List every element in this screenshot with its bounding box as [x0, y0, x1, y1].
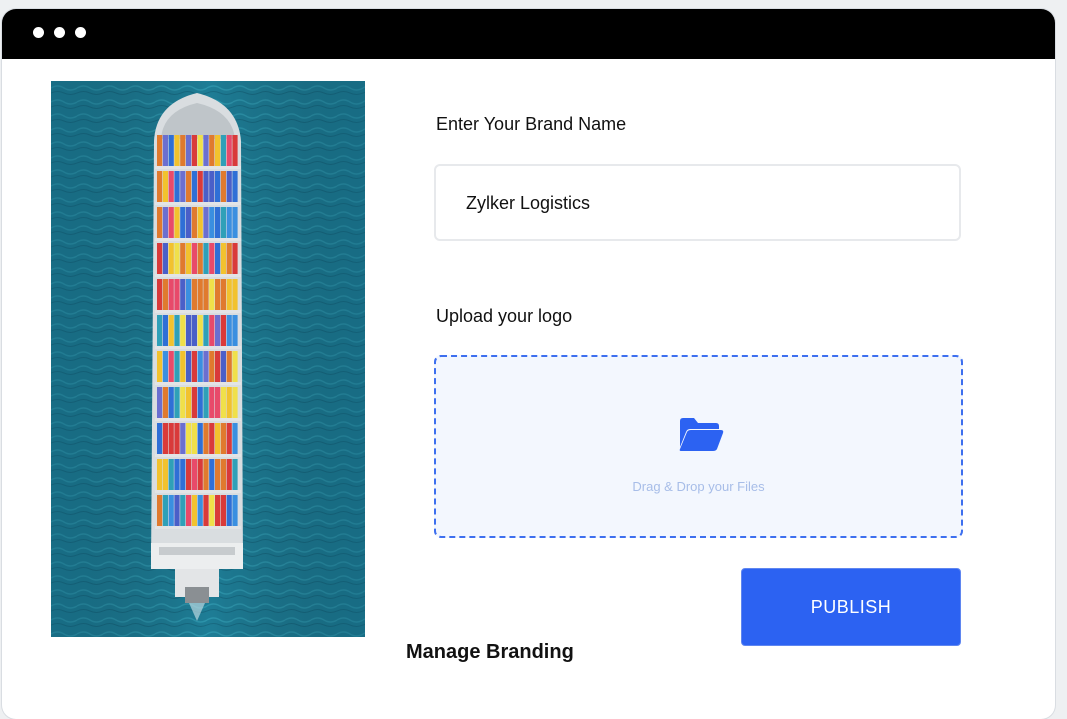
dropzone-hint: Drag & Drop your Files — [632, 479, 765, 494]
page-caption: Manage Branding — [406, 641, 574, 663]
window-titlebar — [2, 9, 1055, 59]
logo-dropzone[interactable]: Drag & Drop your Files — [434, 355, 963, 538]
brand-name-label: Enter Your Brand Name — [436, 114, 627, 134]
container-ship-image — [51, 81, 365, 637]
publish-button[interactable]: PUBLISH — [741, 568, 961, 646]
window-control-dot[interactable] — [54, 27, 65, 38]
window-control-dot[interactable] — [75, 27, 86, 38]
brand-name-input[interactable]: Zylker Logistics — [434, 164, 961, 241]
window-control-dot[interactable] — [33, 27, 44, 38]
brand-name-value: Zylker Logistics — [466, 193, 591, 213]
upload-logo-label: Upload your logo — [436, 306, 573, 326]
folder-open-icon — [678, 415, 724, 453]
